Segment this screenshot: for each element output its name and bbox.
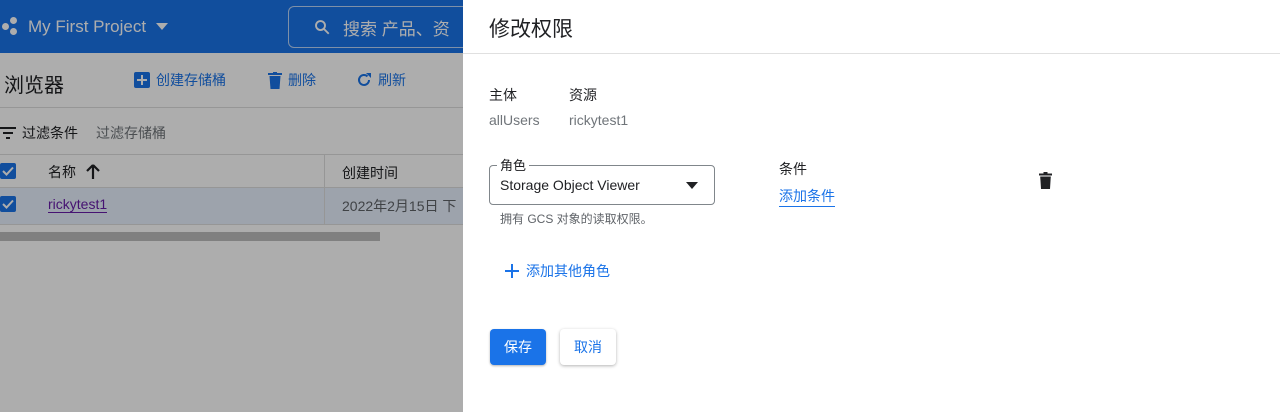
trash-icon <box>1039 172 1052 189</box>
condition-label: 条件 <box>779 161 807 177</box>
principal-value: allUsers <box>489 112 540 128</box>
resource-label: 资源 <box>569 87 597 103</box>
cancel-button[interactable]: 取消 <box>560 329 616 365</box>
dropdown-arrow-icon <box>686 182 698 189</box>
principal-label: 主体 <box>489 87 517 103</box>
resource-value: rickytest1 <box>569 112 629 128</box>
role-label: 角色 <box>497 155 530 174</box>
add-condition-link[interactable]: 添加条件 <box>779 186 835 207</box>
add-role-button[interactable]: 添加其他角色 <box>505 261 610 281</box>
role-value: Storage Object Viewer <box>500 177 640 193</box>
edit-permissions-panel: 修改权限 主体 allUsers 资源 rickytest1 Storage O… <box>463 0 1280 412</box>
role-help-text: 拥有 GCS 对象的读取权限。 <box>500 212 653 226</box>
panel-header: 修改权限 <box>463 0 1280 54</box>
panel-title: 修改权限 <box>489 18 573 41</box>
delete-role-button[interactable] <box>1039 172 1052 194</box>
save-button[interactable]: 保存 <box>490 329 546 365</box>
plus-icon <box>505 264 519 278</box>
